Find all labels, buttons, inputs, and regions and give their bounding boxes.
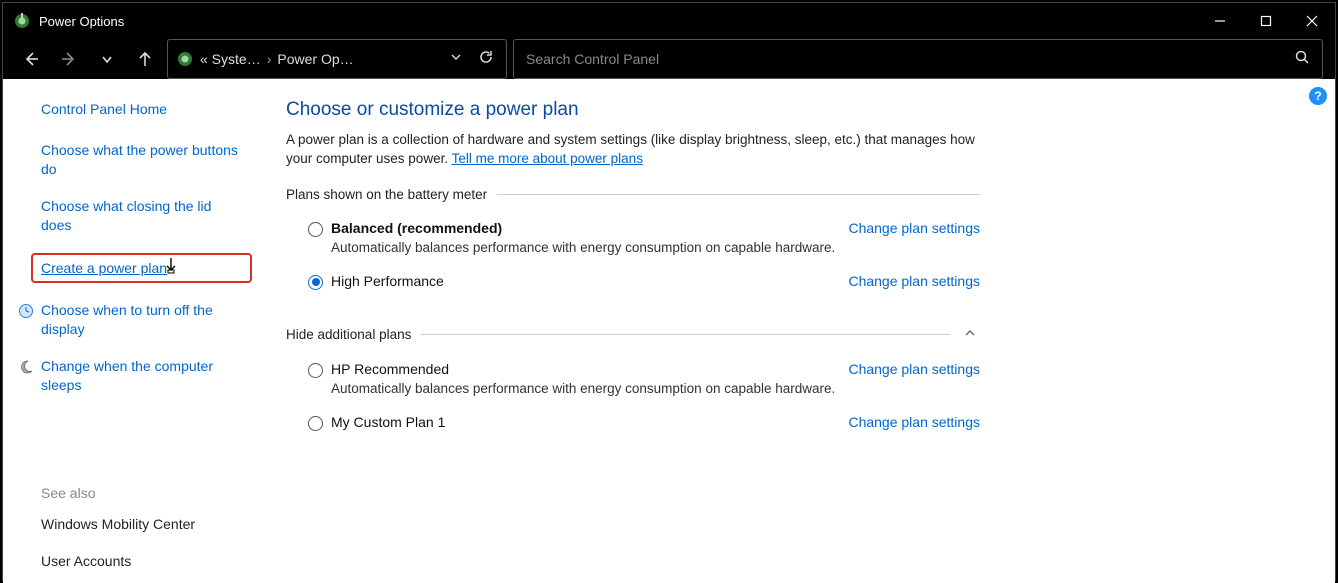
up-button[interactable] xyxy=(129,43,161,75)
radio-my-custom-1[interactable] xyxy=(308,416,323,431)
power-options-icon xyxy=(13,12,31,30)
change-plan-settings-link[interactable]: Change plan settings xyxy=(848,361,980,377)
sidebar-link-turn-off-display[interactable]: Choose when to turn off the display xyxy=(41,301,238,339)
sidebar-link-label: Choose what closing the lid does xyxy=(41,198,211,233)
change-plan-settings-link[interactable]: Change plan settings xyxy=(848,273,980,289)
page-description: A power plan is a collection of hardware… xyxy=(286,131,980,169)
sidebar: Control Panel Home Choose what the power… xyxy=(3,79,258,583)
breadcrumb-part[interactable]: « Syste… xyxy=(200,51,261,67)
sidebar-link-label: Choose what the power buttons do xyxy=(41,142,238,177)
plan-name[interactable]: High Performance xyxy=(331,273,836,289)
refresh-button[interactable] xyxy=(474,49,498,70)
section-additional-plans[interactable]: Hide additional plans xyxy=(286,326,980,343)
plan-balanced: Balanced (recommended) Automatically bal… xyxy=(286,216,980,269)
search-box[interactable] xyxy=(513,39,1323,79)
plan-description: Automatically balances performance with … xyxy=(331,240,836,255)
forward-button[interactable] xyxy=(53,43,85,75)
minimize-button[interactable] xyxy=(1197,3,1243,39)
sidebar-link-label: Choose when to turn off the display xyxy=(41,302,213,337)
divider xyxy=(497,194,980,195)
moon-icon xyxy=(18,359,34,375)
change-plan-settings-link[interactable]: Change plan settings xyxy=(848,220,980,236)
window-title: Power Options xyxy=(39,14,124,29)
sidebar-link-closing-lid[interactable]: Choose what closing the lid does xyxy=(41,197,238,235)
learn-more-link[interactable]: Tell me more about power plans xyxy=(452,151,643,166)
radio-balanced[interactable] xyxy=(308,222,323,237)
plan-name[interactable]: HP Recommended xyxy=(331,361,836,377)
back-button[interactable] xyxy=(15,43,47,75)
clock-icon xyxy=(18,303,34,319)
chevron-up-icon[interactable] xyxy=(960,326,980,343)
plan-my-custom-1: My Custom Plan 1 Change plan settings xyxy=(286,410,980,445)
help-icon[interactable]: ? xyxy=(1309,87,1327,105)
plan-name[interactable]: Balanced (recommended) xyxy=(331,220,836,236)
plan-high-performance: High Performance Change plan settings xyxy=(286,269,980,304)
divider xyxy=(421,334,950,335)
close-button[interactable] xyxy=(1289,3,1335,39)
sidebar-link-label: Change when the computer sleeps xyxy=(41,358,213,393)
address-dropdown-button[interactable] xyxy=(444,50,468,68)
title-bar: Power Options xyxy=(3,3,1335,39)
sidebar-link-power-buttons[interactable]: Choose what the power buttons do xyxy=(41,141,238,179)
sidebar-link-create-power-plan[interactable]: Create a power plan xyxy=(31,253,252,284)
main-content: Choose or customize a power plan A power… xyxy=(258,79,1018,583)
page-heading: Choose or customize a power plan xyxy=(286,99,980,121)
see-also-user-accounts[interactable]: User Accounts xyxy=(41,552,238,571)
change-plan-settings-link[interactable]: Change plan settings xyxy=(848,414,980,430)
see-also-label: User Accounts xyxy=(41,553,131,569)
search-input[interactable] xyxy=(526,51,1294,67)
plan-description: Automatically balances performance with … xyxy=(331,381,836,396)
sidebar-link-label: Create a power plan xyxy=(41,260,167,276)
section-label: Hide additional plans xyxy=(286,327,411,342)
plan-hp-recommended: HP Recommended Automatically balances pe… xyxy=(286,357,980,410)
see-also-header: See also xyxy=(41,485,238,501)
search-icon[interactable] xyxy=(1294,49,1310,70)
plan-name[interactable]: My Custom Plan 1 xyxy=(331,414,836,430)
radio-high-performance[interactable] xyxy=(308,275,323,290)
maximize-button[interactable] xyxy=(1243,3,1289,39)
radio-hp-recommended[interactable] xyxy=(308,363,323,378)
power-options-icon xyxy=(176,50,194,68)
address-bar[interactable]: « Syste… › Power Op… xyxy=(167,39,507,79)
recent-locations-button[interactable] xyxy=(91,43,123,75)
see-also-label: Windows Mobility Center xyxy=(41,516,195,532)
chevron-right-icon: › xyxy=(267,51,272,67)
section-battery-meter: Plans shown on the battery meter xyxy=(286,187,980,202)
section-label: Plans shown on the battery meter xyxy=(286,187,487,202)
sidebar-link-computer-sleeps[interactable]: Change when the computer sleeps xyxy=(41,357,238,395)
see-also-mobility-center[interactable]: Windows Mobility Center xyxy=(41,515,238,534)
control-panel-home-link[interactable]: Control Panel Home xyxy=(41,101,238,117)
breadcrumb-part[interactable]: Power Op… xyxy=(277,51,353,67)
navigation-bar: « Syste… › Power Op… xyxy=(3,39,1335,79)
